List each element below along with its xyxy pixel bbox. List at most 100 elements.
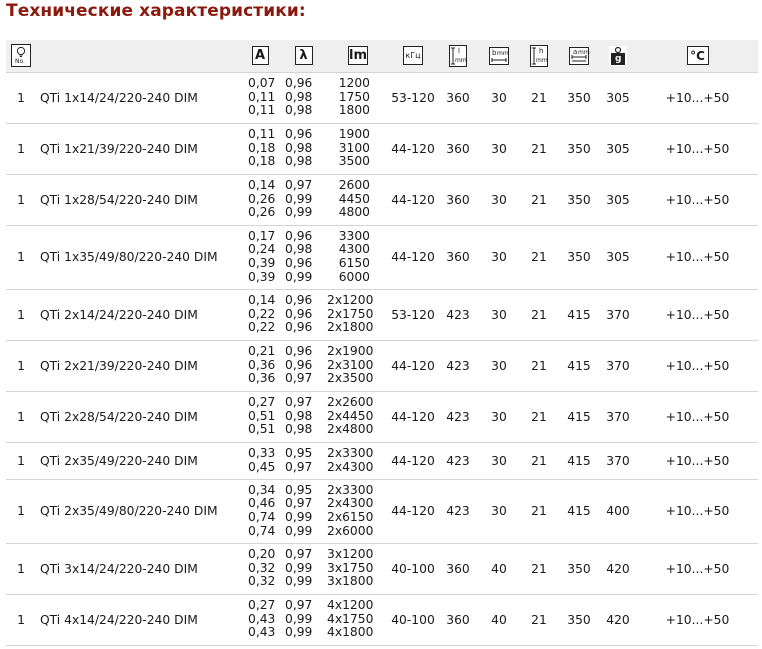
height-cell: 21	[531, 90, 547, 105]
length-cell: 360	[446, 612, 470, 627]
power-factor-cell-value: 0,97	[285, 459, 313, 474]
power-factor-cell: 0,95 0,97 0,99 0,99	[280, 479, 327, 543]
frequency-cell: 44-120	[391, 409, 435, 424]
power-factor-cell-value: 0,98	[285, 422, 313, 437]
page-title: Технические характеристики:	[6, 1, 306, 21]
weight-cell: 420	[606, 561, 630, 576]
current-cell: 0,21 0,36 0,36	[240, 340, 280, 391]
luminous-flux-cell: 3300 4300 6150 6000	[327, 225, 389, 289]
current-cell-value: 0,43	[248, 625, 276, 640]
power-factor-cell: 0,97 0,99 0,99	[280, 174, 327, 225]
length-cell: 360	[446, 561, 470, 576]
power-factor-cell-value: 0,98	[285, 154, 313, 169]
height-cell: 21	[531, 561, 547, 576]
current-cell-value: 0,26	[248, 191, 276, 206]
power-factor-cell: 0,97 0,98 0,98	[280, 391, 327, 442]
current-cell-value: 0,32	[248, 574, 276, 589]
weight-cell: 370	[606, 307, 630, 322]
h-label: h	[539, 46, 544, 55]
header-l: l mm	[437, 40, 479, 72]
temperature-cell: +10...+50	[665, 561, 730, 576]
header-lm: lm	[327, 40, 389, 72]
frequency-cell: 53-120	[391, 90, 435, 105]
height-cell: 21	[531, 358, 547, 373]
table-row: 1 QTi 2x28/54/220-240 DIM 0,27 0,51 0,51 0,97…	[6, 391, 758, 442]
width-cell: 40	[491, 612, 507, 627]
width-cell: 30	[491, 90, 507, 105]
luminous-flux-cell-value: 1900	[338, 127, 370, 142]
l-unit: mm	[455, 56, 467, 64]
luminous-flux-cell-value: 2x2600	[327, 395, 374, 410]
current-cell-value: 0,11	[248, 103, 276, 118]
power-factor-cell-value: 0,99	[285, 523, 313, 538]
qty-cell: 1	[17, 90, 25, 105]
luminous-flux-cell: 1900 3100 3500	[327, 123, 389, 174]
weight-cell: 305	[606, 192, 630, 207]
power-factor-cell-value: 0,97	[285, 395, 313, 410]
header-freq: кГц	[389, 40, 437, 72]
weight-cell: 370	[606, 358, 630, 373]
luminous-flux-cell-value: 1800	[338, 103, 370, 118]
luminous-flux-cell: 4x1200 4x1750 4x1800	[327, 594, 389, 645]
luminous-flux-cell-value: 2x1200	[327, 293, 374, 308]
product-name: QTi 1x21/39/220-240 DIM	[40, 141, 198, 156]
header-g: g	[599, 40, 637, 72]
temperature-cell: +10...+50	[665, 192, 730, 207]
length-cell: 423	[446, 453, 470, 468]
h-unit: mm	[536, 56, 548, 64]
table-row: 1 QTi 1x14/24/220-240 DIM 0,07 0,11 0,11 0,96…	[6, 72, 758, 123]
power-factor-cell-value: 0,98	[285, 140, 313, 155]
luminous-flux-cell-value: 3x1800	[327, 574, 374, 589]
weight-cell: 305	[606, 90, 630, 105]
luminous-flux-cell-value: 1200	[338, 76, 370, 91]
height-cell: 21	[531, 612, 547, 627]
luminous-flux-cell: 2x3300 2x4300 2x6150 2x6000	[327, 479, 389, 543]
header-amp: A	[240, 40, 280, 72]
mounting-cell: 350	[567, 250, 591, 264]
power-factor-cell-value: 0,96	[285, 127, 313, 142]
length-cell: 360	[446, 90, 470, 105]
current-cell-value: 0,45	[248, 459, 276, 474]
weight-cell: 370	[606, 409, 630, 424]
width-cell: 30	[491, 409, 507, 424]
current-cell-value: 0,17	[248, 228, 276, 243]
qty-cell: 1	[17, 612, 25, 627]
luminous-flux-cell-value: 4x1200	[327, 598, 374, 613]
power-factor-cell-value: 0,99	[285, 625, 313, 640]
width-cell: 30	[491, 453, 507, 468]
luminous-flux-cell-value: 4800	[338, 205, 370, 220]
length-cell: 360	[446, 192, 470, 207]
power-factor-cell: 0,96 0,98 0,96 0,99	[280, 225, 327, 289]
luminous-flux-cell-value: 4450	[338, 191, 370, 206]
luminous-flux-cell-value: 3100	[338, 140, 370, 155]
current-cell-value: 0,34	[248, 482, 276, 497]
table-row: 1 QTi 1x21/39/220-240 DIM 0,11 0,18 0,18 0,96…	[6, 123, 758, 174]
table-row: 1 QTi 2x21/39/220-240 DIM 0,21 0,36 0,36 0,96…	[6, 340, 758, 391]
no-label: No.	[15, 58, 25, 66]
width-cell: 30	[491, 250, 507, 264]
frequency-cell: 40-100	[391, 561, 435, 576]
current-cell-value: 0,32	[248, 560, 276, 575]
table-row: 1 QTi 1x28/54/220-240 DIM 0,14 0,26 0,26 0,97…	[6, 174, 758, 225]
luminous-flux-cell-value: 2x3100	[327, 357, 374, 372]
current-cell-value: 0,46	[248, 496, 276, 511]
header-name	[36, 40, 240, 72]
current-cell-value: 0,21	[248, 344, 276, 359]
current-cell: 0,34 0,46 0,74 0,74	[240, 479, 280, 543]
current-cell-value: 0,22	[248, 306, 276, 321]
length-cell: 423	[446, 504, 470, 518]
product-name: QTi 1x35/49/80/220-240 DIM	[40, 250, 218, 264]
weight-cell: 400	[606, 504, 630, 518]
mounting-cell: 350	[567, 612, 591, 627]
length-icon: l mm	[449, 44, 467, 67]
current-cell-value: 0,39	[248, 269, 276, 284]
current-cell: 0,17 0,24 0,39 0,39	[240, 225, 280, 289]
mounting-cell: 415	[567, 307, 591, 322]
width-cell: 30	[491, 504, 507, 518]
length-cell: 423	[446, 307, 470, 322]
luminous-flux-cell: 3x1200 3x1750 3x1800	[327, 543, 389, 594]
luminous-flux-cell-value: 2x3300	[327, 445, 374, 460]
luminous-flux-cell-value: 2x6000	[327, 523, 374, 538]
product-name: QTi 1x28/54/220-240 DIM	[40, 192, 198, 207]
power-factor-cell-value: 0,98	[285, 103, 313, 118]
